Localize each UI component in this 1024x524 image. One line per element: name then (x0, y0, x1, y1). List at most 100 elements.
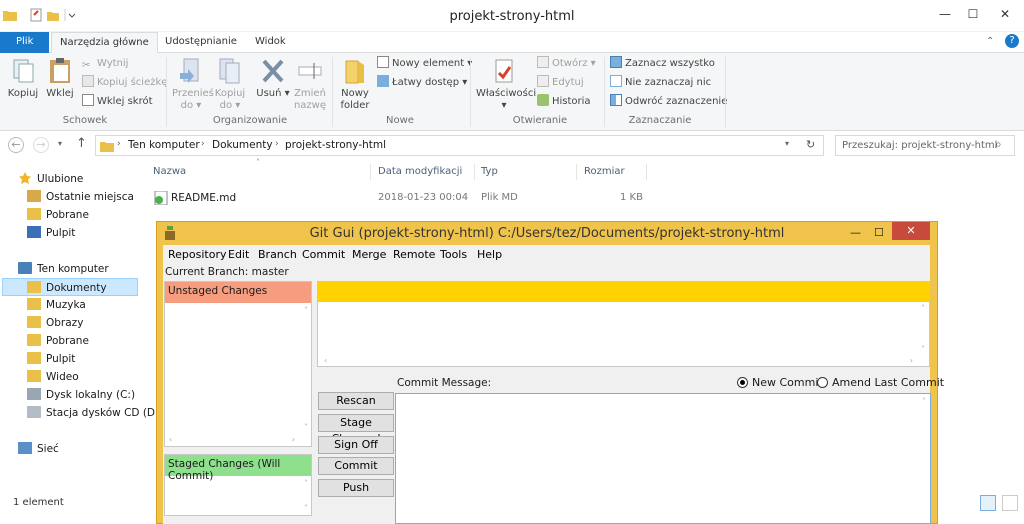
scroll-right-icon[interactable]: › (910, 356, 913, 365)
commit-button[interactable]: Commit (318, 457, 394, 475)
diff-panel[interactable]: ˄ ˅ ‹ › (317, 281, 930, 367)
menu-tools[interactable]: Tools (440, 248, 467, 261)
tree-network[interactable]: Sieć (18, 440, 59, 458)
desktop-icon (27, 226, 41, 238)
column-separator[interactable] (646, 164, 647, 180)
select-none-button[interactable]: Nie zaznaczaj nic (610, 75, 711, 91)
cut-button[interactable]: ✂ Wytnij (82, 56, 128, 72)
menu-remote[interactable]: Remote (393, 248, 435, 261)
large-icons-view-icon[interactable] (1002, 495, 1018, 511)
address-bar[interactable]: › Ten komputer › Dokumenty › projekt-str… (95, 135, 824, 156)
scroll-down-icon[interactable]: ˅ (921, 345, 925, 354)
scroll-down-icon[interactable]: ˅ (304, 504, 308, 513)
delete-button[interactable]: Usuń ▾ (256, 55, 290, 100)
tree-item-cd-drive[interactable]: Stacja dysków CD (D (27, 404, 155, 422)
column-header-size[interactable]: Rozmiar (584, 166, 625, 177)
easy-access-button[interactable]: Łatwy dostęp ▾ (377, 75, 467, 91)
invert-selection-button[interactable]: Odwróć zaznaczenie (610, 94, 727, 110)
address-dropdown-icon[interactable]: ▾ (785, 139, 789, 148)
tree-item-music[interactable]: Muzyka (27, 296, 86, 314)
edit-button[interactable]: Edytuj (537, 75, 584, 91)
tree-item-videos[interactable]: Wideo (27, 368, 79, 386)
scroll-up-icon[interactable]: ˄ (304, 306, 308, 315)
git-minimize-button[interactable]: — (850, 226, 861, 239)
tree-item-documents[interactable]: Dokumenty (2, 278, 138, 296)
column-header-date[interactable]: Data modyfikacji (378, 166, 462, 177)
search-input[interactable]: Przeszukaj: projekt-strony-html (835, 135, 1015, 156)
properties-button[interactable]: Właściwości ▾ (476, 55, 536, 112)
tree-item-local-disk[interactable]: Dysk lokalny (C:) (27, 386, 135, 404)
history-button[interactable]: Historia (537, 94, 591, 110)
menu-merge[interactable]: Merge (352, 248, 386, 261)
tab-home[interactable]: Narzędzia główne (51, 32, 158, 53)
scroll-right-icon[interactable]: › (292, 435, 295, 444)
unstaged-panel[interactable]: Unstaged Changes ˄ ˅ ‹ › (164, 281, 312, 447)
amend-commit-radio[interactable]: Amend Last Commit (817, 376, 944, 389)
tree-favorites[interactable]: Ulubione (18, 170, 83, 188)
scroll-up-icon[interactable]: ˄ (922, 397, 926, 406)
column-header-type[interactable]: Typ (481, 166, 498, 177)
tree-item-pictures[interactable]: Obrazy (27, 314, 83, 332)
select-all-button[interactable]: Zaznacz wszystko (610, 56, 715, 72)
tree-item-downloads[interactable]: Pobrane (27, 206, 89, 224)
minimize-button[interactable]: — (934, 6, 956, 22)
move-to-button[interactable]: Przenieś do ▾ (172, 55, 214, 112)
breadcrumb-project[interactable]: projekt-strony-html (285, 139, 386, 151)
file-name: README.md (171, 192, 237, 204)
commit-message-input[interactable]: ˄ (395, 393, 931, 524)
back-arrow-icon[interactable]: ← (8, 137, 24, 153)
scroll-down-icon[interactable]: ˅ (304, 423, 308, 432)
close-button[interactable]: ✕ (990, 6, 1020, 22)
menu-repository[interactable]: Repository (168, 248, 227, 261)
staged-panel[interactable]: Staged Changes (Will Commit) ˄ ˅ (164, 454, 312, 516)
up-arrow-icon[interactable]: ↑ (76, 136, 87, 151)
scroll-up-icon[interactable]: ˄ (304, 479, 308, 488)
copy-to-button[interactable]: Kopiuj do ▾ (212, 55, 248, 112)
stage-changed-button[interactable]: Stage Changed (318, 414, 394, 445)
git-close-button[interactable]: ✕ (892, 222, 930, 240)
tree-item-desktop[interactable]: Pulpit (27, 224, 75, 242)
git-maximize-button[interactable]: ☐ (874, 226, 884, 239)
tree-item-desktop-pc[interactable]: Pulpit (27, 350, 75, 368)
maximize-button[interactable]: ☐ (962, 6, 984, 22)
tab-share[interactable]: Udostępnianie (157, 32, 245, 53)
rename-button[interactable]: Zmień nazwę (292, 55, 328, 112)
push-button[interactable]: Push (318, 479, 394, 497)
details-view-icon[interactable] (980, 495, 996, 511)
new-item-button[interactable]: Nowy element ▾ (377, 56, 472, 72)
scroll-left-icon[interactable]: ‹ (169, 435, 172, 444)
column-separator[interactable] (474, 164, 475, 180)
forward-arrow-icon[interactable]: → (33, 137, 49, 153)
scroll-up-icon[interactable]: ˄ (921, 304, 925, 313)
menu-edit[interactable]: Edit (228, 248, 249, 261)
network-icon (18, 442, 32, 454)
breadcrumb-this-pc[interactable]: Ten komputer (128, 139, 200, 151)
tree-this-pc[interactable]: Ten komputer (18, 260, 109, 278)
tree-item-recent[interactable]: Ostatnie miejsca (27, 188, 134, 206)
refresh-icon[interactable]: ↻ (806, 138, 815, 151)
paste-shortcut-button[interactable]: Wklej skrót (82, 94, 153, 110)
paste-button[interactable]: Wklej (43, 55, 77, 100)
tab-view[interactable]: Widok (247, 32, 294, 53)
menu-commit[interactable]: Commit (302, 248, 345, 261)
copy-button[interactable]: Kopiuj (6, 55, 40, 100)
tab-plik[interactable]: Plik (0, 32, 50, 53)
rescan-button[interactable]: Rescan (318, 392, 394, 410)
copy-path-button[interactable]: Kopiuj ścieżkę (82, 75, 167, 91)
sign-off-button[interactable]: Sign Off (318, 436, 394, 454)
recent-locations-chevron-icon[interactable]: ▾ (58, 139, 62, 148)
help-icon[interactable]: ? (1005, 34, 1019, 48)
diff-header-bar (318, 282, 929, 302)
new-commit-radio[interactable]: New Commit (737, 376, 823, 389)
open-button[interactable]: Otwórz ▾ (537, 56, 596, 72)
column-header-name[interactable]: Nazwa (153, 166, 186, 177)
new-folder-button[interactable]: Nowy folder (338, 55, 372, 112)
menu-help[interactable]: Help (477, 248, 502, 261)
tree-item-downloads-pc[interactable]: Pobrane (27, 332, 89, 350)
column-separator[interactable] (370, 164, 371, 180)
scroll-left-icon[interactable]: ‹ (324, 356, 327, 365)
breadcrumb-documents[interactable]: Dokumenty (212, 139, 273, 151)
menu-branch[interactable]: Branch (258, 248, 297, 261)
column-separator[interactable] (576, 164, 577, 180)
chevron-up-icon[interactable]: ⌃ (986, 36, 994, 47)
